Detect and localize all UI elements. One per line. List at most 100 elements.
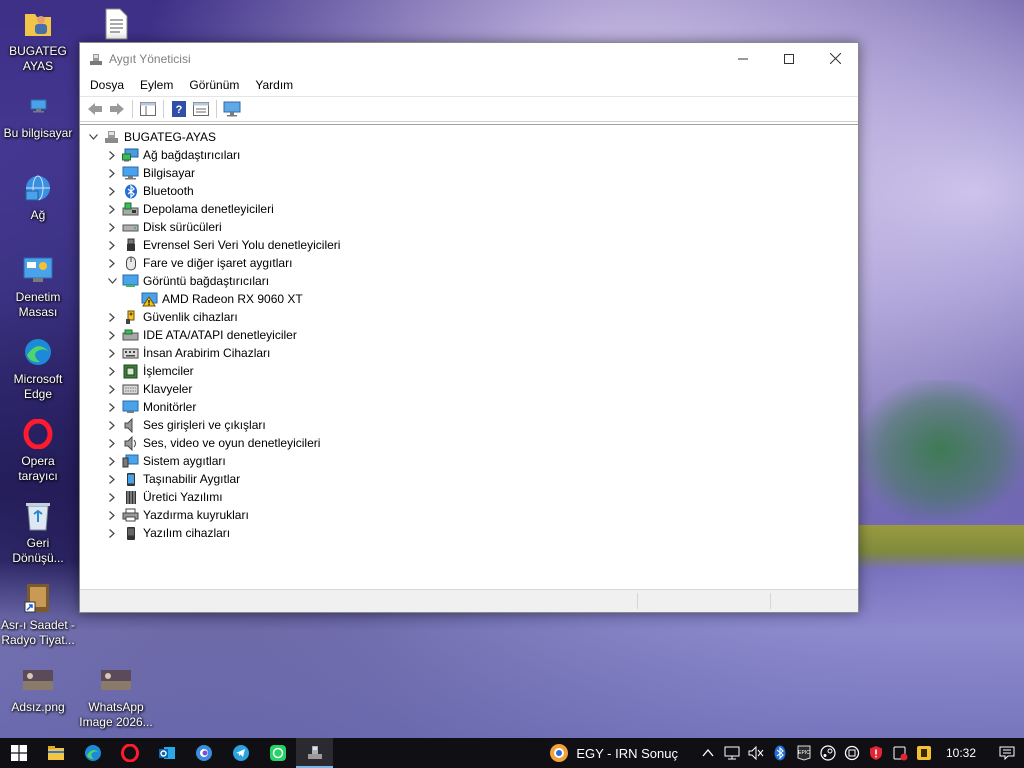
menu-help[interactable]: Yardım — [247, 78, 301, 92]
chevron-right-icon[interactable] — [105, 238, 119, 252]
tree-category-row[interactable]: Monitörler — [105, 398, 196, 416]
tree-category-row[interactable]: Bluetooth — [105, 182, 194, 200]
tree-category-row[interactable]: Depolama denetleyicileri — [105, 200, 274, 218]
tree-root[interactable]: BUGATEG-AYAS — [86, 128, 216, 146]
desktop-icon-adsiz-png[interactable]: Adsız.png — [0, 664, 76, 715]
chevron-right-icon[interactable] — [105, 346, 119, 360]
show-hidden-icons-button[interactable] — [696, 738, 720, 768]
weather-widget-icon[interactable] — [546, 738, 572, 768]
tree-category-row[interactable]: Güvenlik cihazları — [105, 308, 238, 326]
tree-category-row[interactable]: IDE ATA/ATAPI denetleyiciler — [105, 326, 297, 344]
desktop-icon-user-folder[interactable]: BUGATEG AYAS — [0, 8, 76, 74]
tree-category-row[interactable]: Görüntü bağdaştırıcıları — [105, 272, 269, 290]
device-tree[interactable]: BUGATEG-AYAS Ağ bağdaştırıcıları Bilgisay… — [80, 124, 858, 589]
tray-security-alert[interactable] — [864, 738, 888, 768]
menu-action[interactable]: Eylem — [132, 78, 181, 92]
menu-view[interactable]: Görünüm — [181, 78, 247, 92]
start-button[interactable] — [0, 738, 37, 768]
chevron-right-icon[interactable] — [105, 166, 119, 180]
taskbar-edge[interactable] — [74, 738, 111, 768]
chevron-right-icon[interactable] — [105, 508, 119, 522]
chevron-right-icon[interactable] — [105, 148, 119, 162]
tray-bluetooth[interactable] — [768, 738, 792, 768]
desktop-icon-opera[interactable]: Opera tarayıcı — [0, 418, 76, 484]
tree-category-row[interactable]: Üretici Yazılımı — [105, 488, 223, 506]
chevron-right-icon[interactable] — [105, 220, 119, 234]
tray-amd-software[interactable] — [840, 738, 864, 768]
taskbar-opera[interactable] — [111, 738, 148, 768]
help-icon: ? — [172, 101, 186, 117]
desktop-icon-control-panel[interactable]: Denetim Masası — [0, 254, 76, 320]
chevron-right-icon[interactable] — [105, 184, 119, 198]
help-button[interactable]: ? — [168, 98, 190, 120]
tree-category-row[interactable]: Disk sürücüleri — [105, 218, 222, 236]
notifications-button[interactable] — [990, 738, 1024, 768]
tree-category-row[interactable]: Bilgisayar — [105, 164, 195, 182]
chevron-right-icon[interactable] — [105, 454, 119, 468]
tree-category-row[interactable]: İnsan Arabirim Cihazları — [105, 344, 270, 362]
scan-hardware-button[interactable] — [221, 98, 243, 120]
taskbar-telegram[interactable] — [222, 738, 259, 768]
tray-app-badge[interactable] — [888, 738, 912, 768]
chevron-right-icon[interactable] — [105, 382, 119, 396]
chevron-right-icon[interactable] — [105, 472, 119, 486]
chevron-right-icon[interactable] — [105, 418, 119, 432]
properties-button[interactable] — [190, 98, 212, 120]
back-button[interactable] — [84, 98, 106, 120]
tree-category-row[interactable]: Yazdırma kuyrukları — [105, 506, 249, 524]
desktop-icon-shortcut-radio[interactable]: Asr-ı Saadet - Radyo Tiyat... — [0, 582, 76, 648]
tray-yellow-app[interactable] — [912, 738, 936, 768]
show-hide-console-tree-button[interactable] — [137, 98, 159, 120]
desktop-icon-whatsapp-image[interactable]: WhatsApp Image 2026... — [78, 664, 154, 730]
desktop-icon-network[interactable]: Ağ — [0, 172, 76, 223]
security-device-icon — [122, 310, 139, 325]
tree-category-label: Klavyeler — [143, 382, 193, 396]
chevron-down-icon[interactable] — [86, 130, 100, 144]
desktop-icon-this-pc[interactable]: Bu bilgisayar — [0, 90, 76, 141]
tree-category-row[interactable]: İşlemciler — [105, 362, 194, 380]
desktop-icon-edge[interactable]: Microsoft Edge — [0, 336, 76, 402]
tree-category-row[interactable]: Sistem aygıtları — [105, 452, 226, 470]
chevron-right-icon[interactable] — [105, 328, 119, 342]
tree-category-row[interactable]: Taşınabilir Aygıtlar — [105, 470, 240, 488]
chevron-right-icon[interactable] — [105, 256, 119, 270]
minimize-button[interactable] — [720, 43, 766, 74]
chevron-right-icon[interactable] — [105, 310, 119, 324]
chevron-right-icon[interactable] — [105, 490, 119, 504]
tray-epic-games[interactable]: EPIC — [792, 738, 816, 768]
tree-category-row[interactable]: Ses, video ve oyun denetleyicileri — [105, 434, 320, 452]
taskbar-copilot[interactable] — [185, 738, 222, 768]
taskbar-device-manager[interactable] — [296, 738, 333, 768]
maximize-button[interactable] — [766, 43, 812, 74]
weather-widget-text[interactable]: EGY - IRN Sonuç — [576, 746, 678, 761]
taskbar-outlook[interactable] — [148, 738, 185, 768]
forward-button[interactable] — [106, 98, 128, 120]
tray-network[interactable] — [720, 738, 744, 768]
notification-center-icon — [999, 746, 1015, 760]
chevron-down-icon[interactable] — [105, 274, 119, 288]
chevron-right-icon[interactable] — [105, 526, 119, 540]
taskbar-whatsapp[interactable] — [259, 738, 296, 768]
tree-device-row[interactable]: AMD Radeon RX 9060 XT — [141, 290, 303, 308]
tree-category-row[interactable]: Fare ve diğer işaret aygıtları — [105, 254, 292, 272]
desktop-icon-text-file[interactable] — [78, 8, 154, 44]
chevron-right-icon[interactable] — [105, 400, 119, 414]
title-bar[interactable]: Aygıt Yöneticisi — [80, 43, 858, 74]
taskbar-file-explorer[interactable] — [37, 738, 74, 768]
device-manager-window[interactable]: Aygıt Yöneticisi Dosya Eylem Görünüm Yar… — [79, 42, 859, 613]
chevron-right-icon[interactable] — [105, 436, 119, 450]
clock[interactable]: 10:32 — [946, 746, 976, 760]
tree-category-row[interactable]: Klavyeler — [105, 380, 192, 398]
tree-category-row[interactable]: Evrensel Seri Veri Yolu denetleyicileri — [105, 236, 340, 254]
menu-file[interactable]: Dosya — [82, 78, 132, 92]
chevron-right-icon[interactable] — [105, 202, 119, 216]
close-button[interactable] — [812, 43, 858, 74]
tray-steam[interactable] — [816, 738, 840, 768]
desktop-icon-recycle-bin[interactable]: Geri Dönüşü... — [0, 500, 76, 566]
tray-volume[interactable] — [744, 738, 768, 768]
tree-category-row[interactable]: Ağ bağdaştırıcıları — [105, 146, 240, 164]
tree-category-row[interactable]: Yazılım cihazları — [105, 524, 230, 542]
tree-category-row[interactable]: Ses girişleri ve çıkışları — [105, 416, 266, 434]
chevron-right-icon[interactable] — [105, 364, 119, 378]
recycle-bin-icon — [22, 500, 54, 532]
